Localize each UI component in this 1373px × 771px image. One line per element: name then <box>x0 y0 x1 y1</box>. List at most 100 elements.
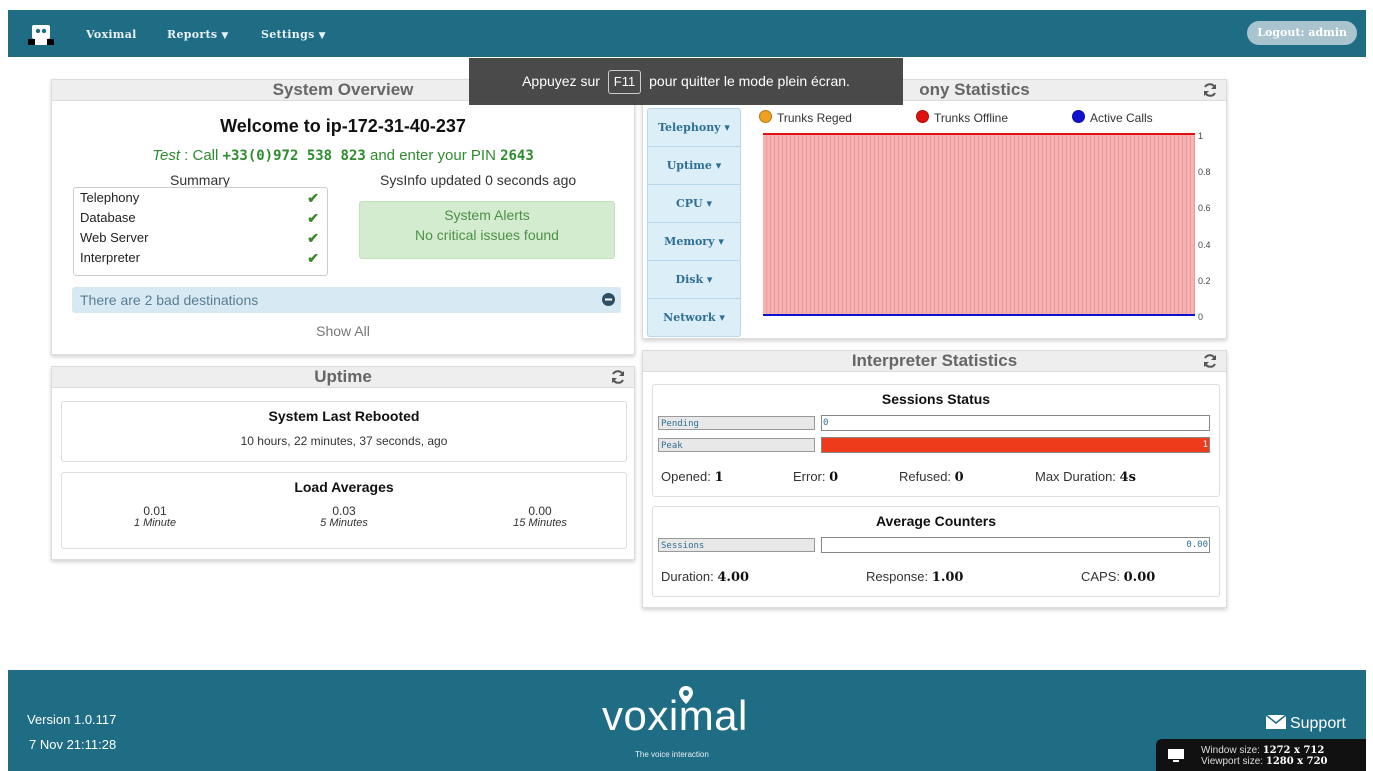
location-pin-icon <box>679 686 693 704</box>
y-tick-label: 0.4 <box>1198 239 1211 250</box>
support-label: Support <box>1289 715 1346 732</box>
legend-trunks-reged[interactable]: Trunks Reged <box>759 110 852 125</box>
tab-label: Telephony <box>658 121 721 134</box>
pin-text: and enter your PIN <box>370 147 496 164</box>
uptime-panel: Uptime System Last Rebooted 10 hours, 22… <box>51 366 635 560</box>
check-icon: ✔ <box>307 230 319 246</box>
tab-label: Memory <box>664 235 715 248</box>
summary-row-web-server: Web Server ✔ <box>74 228 327 248</box>
y-tick-label: 0 <box>1198 312 1204 322</box>
version-text: Version 1.0.117 <box>27 712 117 727</box>
stat-value: 4s <box>1119 470 1136 485</box>
nav-reports-menu[interactable]: Reports ▼ <box>167 28 229 41</box>
logout-button[interactable]: Logout: admin <box>1247 21 1357 45</box>
sessions-status-title: Sessions Status <box>881 391 991 407</box>
last-rebooted-title: System Last Rebooted <box>268 408 420 424</box>
peak-bar-value: 1 <box>1202 440 1208 450</box>
nav-settings-menu[interactable]: Settings ▼ <box>261 28 326 41</box>
voximal-logo[interactable]: voximal <box>602 686 748 740</box>
load-averages-title: Load Averages <box>294 479 394 495</box>
system-alerts-box: System Alerts No critical issues found <box>359 201 615 259</box>
viewport-size-label: Viewport size: <box>1201 756 1264 767</box>
welcome-heading: Welcome to ip-172-31-40-237 <box>220 116 466 136</box>
refused-stat: Refused: 0 <box>899 469 964 485</box>
stat-value: 0.00 <box>1123 570 1156 585</box>
fullscreen-prefix: Appuyez sur <box>522 73 600 89</box>
f11-key: F11 <box>607 70 642 94</box>
summary-row-telephony: Telephony ✔ <box>74 188 327 208</box>
pending-bar: 0 <box>821 415 1210 431</box>
fullscreen-suffix: pour quitter le mode plein écran. <box>649 73 850 89</box>
chevron-down-icon: ▼ <box>318 31 326 41</box>
bad-destinations-text: There are 2 bad destinations <box>80 292 259 308</box>
summary-title: Summary <box>170 172 230 188</box>
robot-logo-icon[interactable] <box>28 22 54 48</box>
nav-reports-label: Reports <box>167 28 218 41</box>
test-call-text: : Call <box>184 147 219 164</box>
legend-swatch <box>916 110 929 123</box>
summary-row-label: Web Server <box>80 230 149 245</box>
chevron-down-icon: ▼ <box>221 31 229 41</box>
tab-network[interactable]: Network ▾ <box>647 299 741 337</box>
monitor-icon <box>1168 749 1184 762</box>
stats-side-tabs: Telephony ▾ Uptime ▾ CPU ▾ Memory ▾ Disk… <box>647 108 741 337</box>
sessions-bar-label: Sessions <box>658 538 815 552</box>
legend-trunks-offline[interactable]: Trunks Offline <box>916 110 1008 125</box>
telephony-chart <box>763 133 1195 316</box>
stat-label: Refused: <box>899 469 952 484</box>
tab-disk[interactable]: Disk ▾ <box>647 261 741 299</box>
test-call-line: Test : Call +33(0)972 538 823 and enter … <box>52 147 634 164</box>
collapse-minus-icon[interactable] <box>602 293 615 306</box>
summary-row-label: Database <box>80 210 136 225</box>
stat-label: CAPS: <box>1081 569 1121 584</box>
load-1-minute: 0.01 1 Minute <box>95 505 215 529</box>
refresh-icon[interactable] <box>1202 82 1218 98</box>
sessions-bar-value: 0.00 <box>1186 540 1208 550</box>
stat-label: Error: <box>793 469 826 484</box>
stat-value: 4.00 <box>717 570 750 585</box>
tab-uptime[interactable]: Uptime ▾ <box>647 147 741 185</box>
check-icon: ✔ <box>307 190 319 206</box>
support-link[interactable]: Support <box>1265 714 1346 733</box>
test-label: Test <box>152 147 180 164</box>
nav-brand-link[interactable]: Voximal <box>86 28 137 41</box>
legend-label: Active Calls <box>1090 111 1153 125</box>
peak-bar-fill <box>822 438 1209 452</box>
max-duration-stat: Max Duration: 4s <box>1035 469 1136 485</box>
nav-settings-label: Settings <box>261 28 315 41</box>
footer: Version 1.0.117 7 Nov 21:11:28 voximal T… <box>8 670 1366 771</box>
test-phone-number: +33(0)972 538 823 <box>222 148 366 164</box>
legend-label: Trunks Reged <box>777 111 852 125</box>
stat-value: 1.00 <box>931 570 964 585</box>
uptime-panel-header: Uptime <box>52 367 634 388</box>
pending-bar-value: 0 <box>823 418 829 428</box>
show-all-link[interactable]: Show All <box>52 323 634 339</box>
legend-active-calls[interactable]: Active Calls <box>1072 110 1153 125</box>
fullscreen-exit-notice: Appuyez sur F11 pour quitter le mode ple… <box>469 58 903 105</box>
tab-cpu[interactable]: CPU ▾ <box>647 185 741 223</box>
bad-destinations-bar[interactable]: There are 2 bad destinations <box>72 287 621 313</box>
average-counters-title: Average Counters <box>875 513 997 529</box>
stat-label: Max Duration: <box>1035 469 1116 484</box>
top-navbar: Voximal Reports ▼ Settings ▼ Logout: admin <box>8 10 1366 57</box>
system-overview-panel: System Overview Welcome to ip-172-31-40-… <box>51 79 635 355</box>
load-averages-box: Load Averages 0.01 1 Minute 0.03 5 Minutes… <box>61 472 627 549</box>
stat-label: Duration: <box>661 569 714 584</box>
tab-label: CPU <box>676 197 703 210</box>
y-tick-label: 0.8 <box>1198 167 1211 178</box>
legend-swatch <box>1072 110 1085 123</box>
refresh-icon[interactable] <box>1202 353 1218 369</box>
brand-tagline: The voice interaction <box>635 750 709 759</box>
summary-row-label: Interpreter <box>80 250 140 265</box>
load-value: 0.00 <box>528 504 552 518</box>
refresh-icon[interactable] <box>610 369 626 385</box>
stat-label: Opened: <box>661 469 711 484</box>
peak-bar-label: Peak <box>658 438 815 452</box>
tab-label: Disk <box>675 273 704 286</box>
opened-stat: Opened: 1 <box>661 469 724 485</box>
stat-value: 1 <box>714 470 724 485</box>
tab-telephony[interactable]: Telephony ▾ <box>647 108 741 147</box>
uptime-title: Uptime <box>314 367 372 386</box>
viewport-size-value: 1280 x 720 <box>1265 756 1328 767</box>
tab-memory[interactable]: Memory ▾ <box>647 223 741 261</box>
